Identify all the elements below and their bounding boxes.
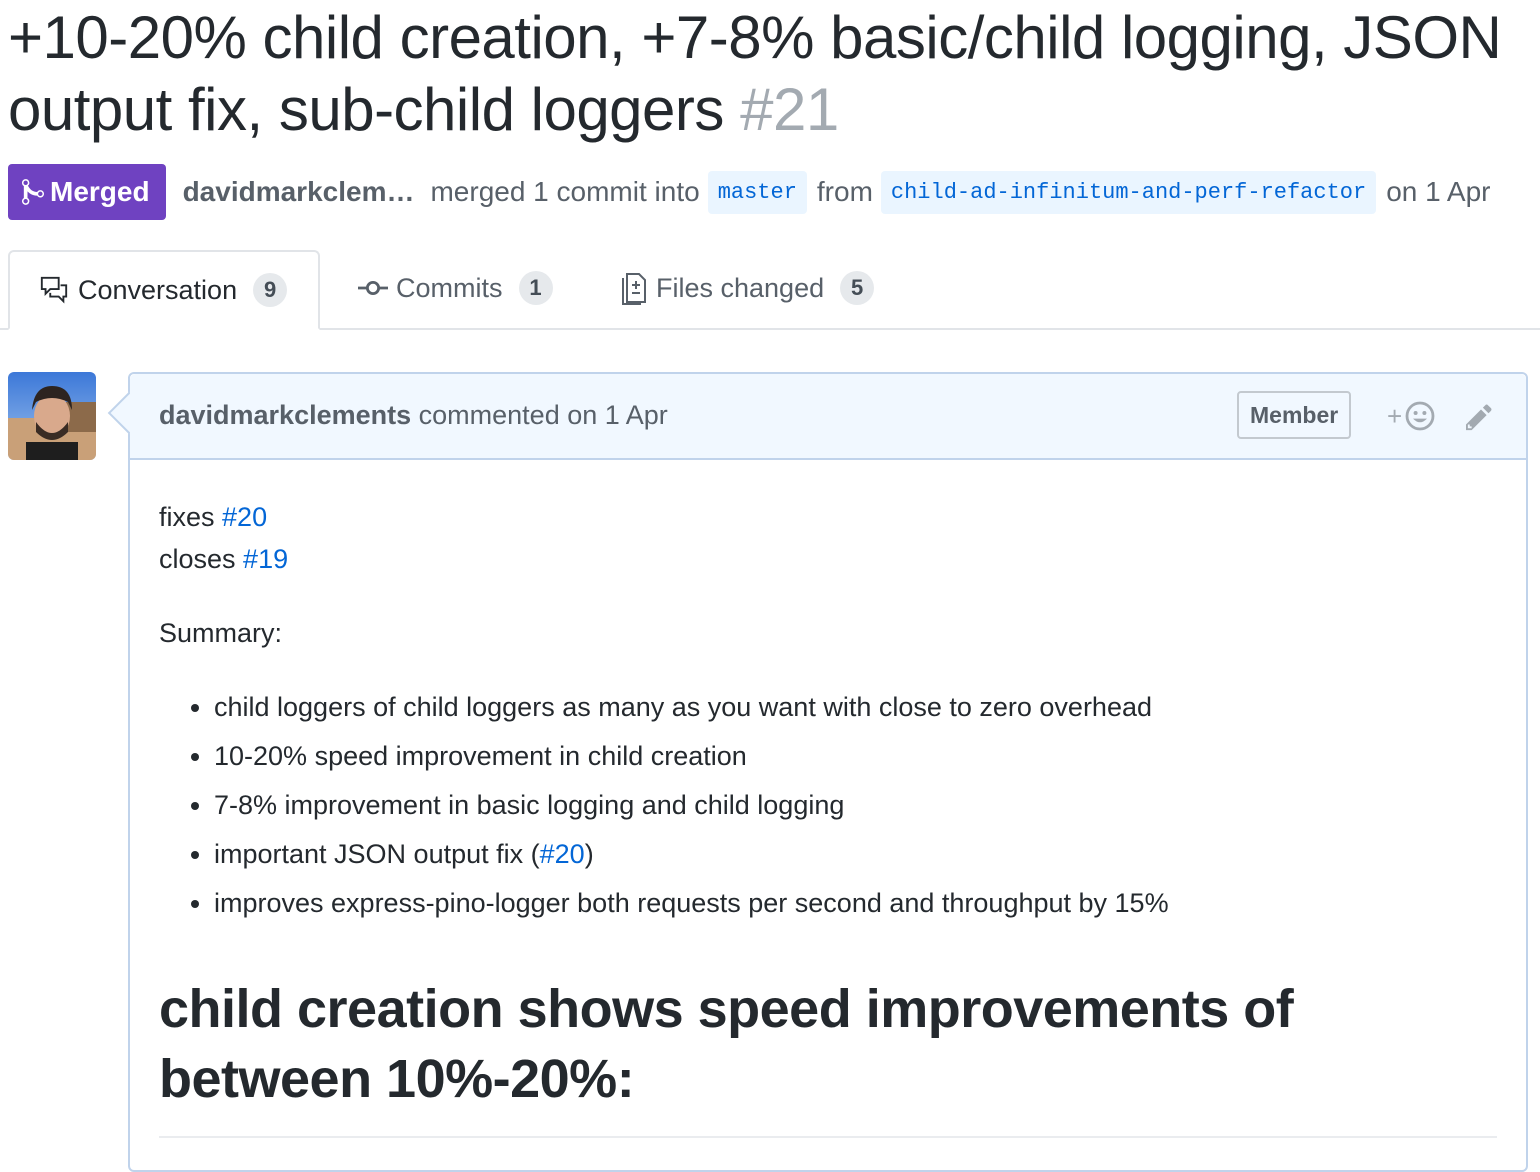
author-avatar[interactable] [8,372,96,460]
reaction-plus: + [1387,400,1403,431]
member-role-label: Member [1237,391,1352,439]
from-text: from [816,176,873,207]
tab-conversation-count: 9 [253,273,288,307]
tab-files-count: 5 [840,271,875,305]
list-item: improves express-pino-logger both reques… [214,882,1497,924]
tab-files-label: Files changed [656,272,825,303]
section-heading: child creation shows speed improvements … [159,974,1497,1138]
summary-label: Summary: [159,618,283,648]
list-item: 7-8% improvement in basic logging and ch… [214,784,1497,826]
comment-header: davidmarkclements commented on 1 Apr Mem… [130,374,1526,460]
summary-list: child loggers of child loggers as many a… [159,686,1497,924]
json-fix-text: important JSON output fix ( [214,839,540,869]
comment-meta: davidmarkclements commented on 1 Apr [159,400,668,431]
pr-tabs: Conversation 9 Commits 1 Files changed 5 [0,250,1540,330]
closes-text: closes [159,544,244,574]
list-item: child loggers of child loggers as many a… [214,686,1497,728]
tab-commits-count: 1 [518,271,553,305]
smiley-icon [1405,401,1435,431]
merged-state-badge: Merged [8,164,166,220]
fixes-text: fixes [159,502,223,532]
tab-commits[interactable]: Commits 1 [358,250,553,326]
comment-discussion-icon [40,276,68,304]
merged-text: merged 1 commit into [430,176,700,207]
pencil-icon [1466,404,1492,431]
tab-conversation-label: Conversation [78,274,238,305]
pr-title: +10-20% child creation, +7-8% basic/chil… [8,2,1528,146]
pr-number: #21 [740,76,839,143]
list-item: 10-20% speed improvement in child creati… [214,735,1497,777]
edit-comment-button[interactable] [1466,402,1496,437]
comment-action[interactable]: commented on 1 Apr [419,400,668,430]
list-item: important JSON output fix (#20) [214,833,1497,875]
pr-meta: Merged davidmarkclem… merged 1 commit in… [8,164,1491,220]
fixes-line: fixes #20 [159,496,1497,538]
issue-link-20[interactable]: #20 [222,502,267,532]
head-branch[interactable]: child-ad-infinitum-and-perf-refactor [880,170,1377,214]
issue-link-20-inline[interactable]: #20 [540,839,585,869]
comment-author-link[interactable]: davidmarkclements [159,400,411,430]
tab-files-changed[interactable]: Files changed 5 [620,250,875,326]
add-reaction-button[interactable]: + [1387,400,1436,432]
comment-body: fixes #20 closes #19 Summary: child logg… [130,460,1526,1138]
issue-link-19[interactable]: #19 [243,544,288,574]
tab-commits-label: Commits [396,272,503,303]
closes-line: closes #19 [159,538,1497,580]
file-diff-icon [622,273,646,305]
git-commit-icon [358,280,388,296]
tab-conversation[interactable]: Conversation 9 [8,250,320,330]
merge-date: on 1 Apr [1386,176,1491,207]
base-branch[interactable]: master [707,170,807,214]
pr-author-link[interactable]: davidmarkclem… [183,176,415,208]
git-merge-icon [22,179,44,205]
comment-box: davidmarkclements commented on 1 Apr Mem… [107,372,1528,1172]
state-label: Merged [50,176,150,207]
json-fix-close: ) [584,839,594,869]
